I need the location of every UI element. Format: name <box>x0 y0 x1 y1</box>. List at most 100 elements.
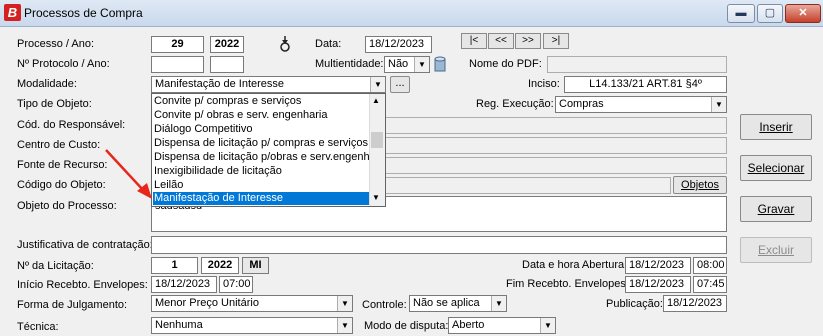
chevron-up-icon[interactable]: ▲ <box>372 96 380 105</box>
dropdown-option[interactable]: Inexigibilidade de licitação <box>154 165 282 178</box>
protocolo-label: Nº Protocolo / Ano: <box>17 58 110 70</box>
centro-custo-label: Centro de Custo: <box>17 139 101 151</box>
data-label: Data: <box>315 38 342 50</box>
fonte-recurso-label: Fonte de Recurso: <box>17 159 108 171</box>
nome-pdf-label: Nome do PDF: <box>469 58 542 70</box>
processo-year-field[interactable]: 2022 <box>210 36 244 53</box>
gear-arrow-icon[interactable] <box>276 36 294 52</box>
inicio-time-field[interactable]: 07:00 <box>219 276 253 293</box>
modo-disputa-label: Modo de disputa: <box>364 320 449 332</box>
inciso-field[interactable]: L14.133/21 ART.81 §4º <box>564 76 727 93</box>
chevron-down-icon: ▼ <box>370 77 385 92</box>
licitacao-number-field[interactable]: 1 <box>151 257 198 274</box>
codigo-objeto-field[interactable] <box>385 177 671 194</box>
data-hora-abertura-label: Data e hora Abertura: <box>522 259 628 271</box>
close-button[interactable]: ✕ <box>785 4 821 23</box>
modalidade-select[interactable]: Manifestação de Interesse ▼ <box>151 76 386 93</box>
licitacao-year-field[interactable]: 2022 <box>201 257 239 274</box>
chevron-down-icon[interactable]: ▼ <box>372 193 380 202</box>
multientidade-label: Multientidade: <box>315 58 384 70</box>
inicio-receb-label: Início Recebto. Envelopes: <box>17 279 148 291</box>
window-title: Processos de Compra <box>24 6 143 20</box>
nome-pdf-field[interactable] <box>547 56 727 73</box>
title-bar: B Processos de Compra ▬ ▢ ✕ <box>0 0 823 27</box>
modalidade-label: Modalidade: <box>17 78 77 90</box>
inciso-label: Inciso: <box>528 78 560 90</box>
reg-execucao-label: Reg. Execução: <box>476 98 554 110</box>
processo-ano-label: Processo / Ano: <box>17 38 95 50</box>
multientidade-select[interactable]: Não ▼ <box>384 56 430 73</box>
inicio-date-field[interactable]: 18/12/2023 <box>151 276 217 293</box>
nav-next-button[interactable]: >> <box>515 33 541 49</box>
modalidade-dropdown-list[interactable]: Convite p/ compras e serviços Convite p/… <box>151 93 386 207</box>
fim-receb-label: Fim Recebto. Envelopes: <box>506 278 629 290</box>
chevron-down-icon: ▼ <box>337 318 352 333</box>
dropdown-option[interactable]: Dispensa de licitação p/ compras e servi… <box>154 137 368 150</box>
modo-disputa-select[interactable]: Aberto ▼ <box>448 317 556 334</box>
annotation-arrow <box>105 149 152 199</box>
justificativa-label: Justificativa de contratação: <box>17 239 153 251</box>
dropdown-option[interactable]: Convite p/ obras e serv. engenharia <box>154 109 327 122</box>
fonte-recurso-field[interactable] <box>385 157 727 174</box>
dropdown-scrollbar[interactable]: ▲ ▼ <box>369 94 385 206</box>
cod-responsavel-field[interactable] <box>385 117 727 134</box>
nav-last-button[interactable]: >| <box>543 33 569 49</box>
codigo-objeto-label: Código do Objeto: <box>17 179 106 191</box>
tecnica-value: Nenhuma <box>155 319 203 331</box>
app-logo-icon: B <box>4 4 21 21</box>
fim-date-field[interactable]: 18/12/2023 <box>625 276 691 293</box>
fim-time-field[interactable]: 07:45 <box>693 276 727 293</box>
inserir-button-label: Inserir <box>759 120 793 134</box>
database-icon[interactable] <box>433 56 447 72</box>
dropdown-option-selected[interactable]: Manifestação de Interesse <box>153 192 371 205</box>
modalidade-lookup-button[interactable]: ... <box>390 76 410 93</box>
objetos-button[interactable]: Objetos <box>673 176 727 194</box>
multientidade-value: Não <box>388 58 409 70</box>
selecionar-button[interactable]: Selecionar <box>740 155 812 181</box>
cod-responsavel-label: Cód. do Responsável: <box>17 119 126 131</box>
form-area: Processo / Ano: 29 2022 Data: 18/12/2023… <box>0 27 823 336</box>
reg-execucao-value: Compras <box>559 98 604 110</box>
processo-number-field[interactable]: 29 <box>151 36 204 53</box>
gravar-button-label: Gravar <box>757 202 795 216</box>
tecnica-select[interactable]: Nenhuma ▼ <box>151 317 353 334</box>
excluir-button-label: Excluir <box>757 243 794 257</box>
justificativa-field[interactable] <box>151 236 727 254</box>
gravar-button[interactable]: Gravar <box>740 196 812 222</box>
excluir-button[interactable]: Excluir <box>740 237 812 263</box>
protocolo-year-field[interactable] <box>210 56 244 73</box>
data-field[interactable]: 18/12/2023 <box>365 36 432 53</box>
tipo-objeto-label: Tipo de Objeto: <box>17 98 92 110</box>
inserir-button[interactable]: Inserir <box>740 114 812 140</box>
reg-execucao-select[interactable]: Compras ▼ <box>555 96 727 113</box>
controle-select[interactable]: Não se aplica ▼ <box>409 295 507 312</box>
chevron-down-icon: ▼ <box>414 57 429 72</box>
nav-first-button[interactable]: |< <box>461 33 487 49</box>
chevron-down-icon: ▼ <box>711 97 726 112</box>
nav-prev-button[interactable]: << <box>488 33 514 49</box>
chevron-down-icon: ▼ <box>491 296 506 311</box>
publicacao-field[interactable]: 18/12/2023 <box>663 295 727 312</box>
forma-julgamento-select[interactable]: Menor Preço Unitário ▼ <box>151 295 353 312</box>
selecionar-button-label: Selecionar <box>747 161 805 175</box>
forma-julgamento-label: Forma de Julgamento: <box>17 299 128 311</box>
objeto-processo-label: Objeto do Processo: <box>17 200 117 212</box>
maximize-button[interactable]: ▢ <box>757 4 783 23</box>
licitacao-type-field[interactable]: MI <box>242 257 269 274</box>
dropdown-option[interactable]: Diálogo Competitivo <box>154 123 252 136</box>
num-licitacao-label: Nº da Licitação: <box>17 260 94 272</box>
centro-custo-field[interactable] <box>385 137 727 154</box>
protocolo-number-field[interactable] <box>151 56 204 73</box>
tecnica-label: Técnica: <box>17 321 59 333</box>
modalidade-value: Manifestação de Interesse <box>155 78 285 90</box>
modo-disputa-value: Aberto <box>452 319 485 331</box>
forma-julgamento-value: Menor Preço Unitário <box>155 297 259 309</box>
abertura-time-field[interactable]: 08:00 <box>693 257 727 274</box>
dropdown-option[interactable]: Convite p/ compras e serviços <box>154 95 301 108</box>
dropdown-option[interactable]: Dispensa de licitação p/obras e serv.eng… <box>154 151 373 164</box>
minimize-button[interactable]: ▬ <box>727 4 755 23</box>
abertura-date-field[interactable]: 18/12/2023 <box>625 257 691 274</box>
controle-value: Não se aplica <box>413 297 480 309</box>
chevron-down-icon: ▼ <box>540 318 555 333</box>
scrollbar-thumb[interactable] <box>371 132 383 148</box>
